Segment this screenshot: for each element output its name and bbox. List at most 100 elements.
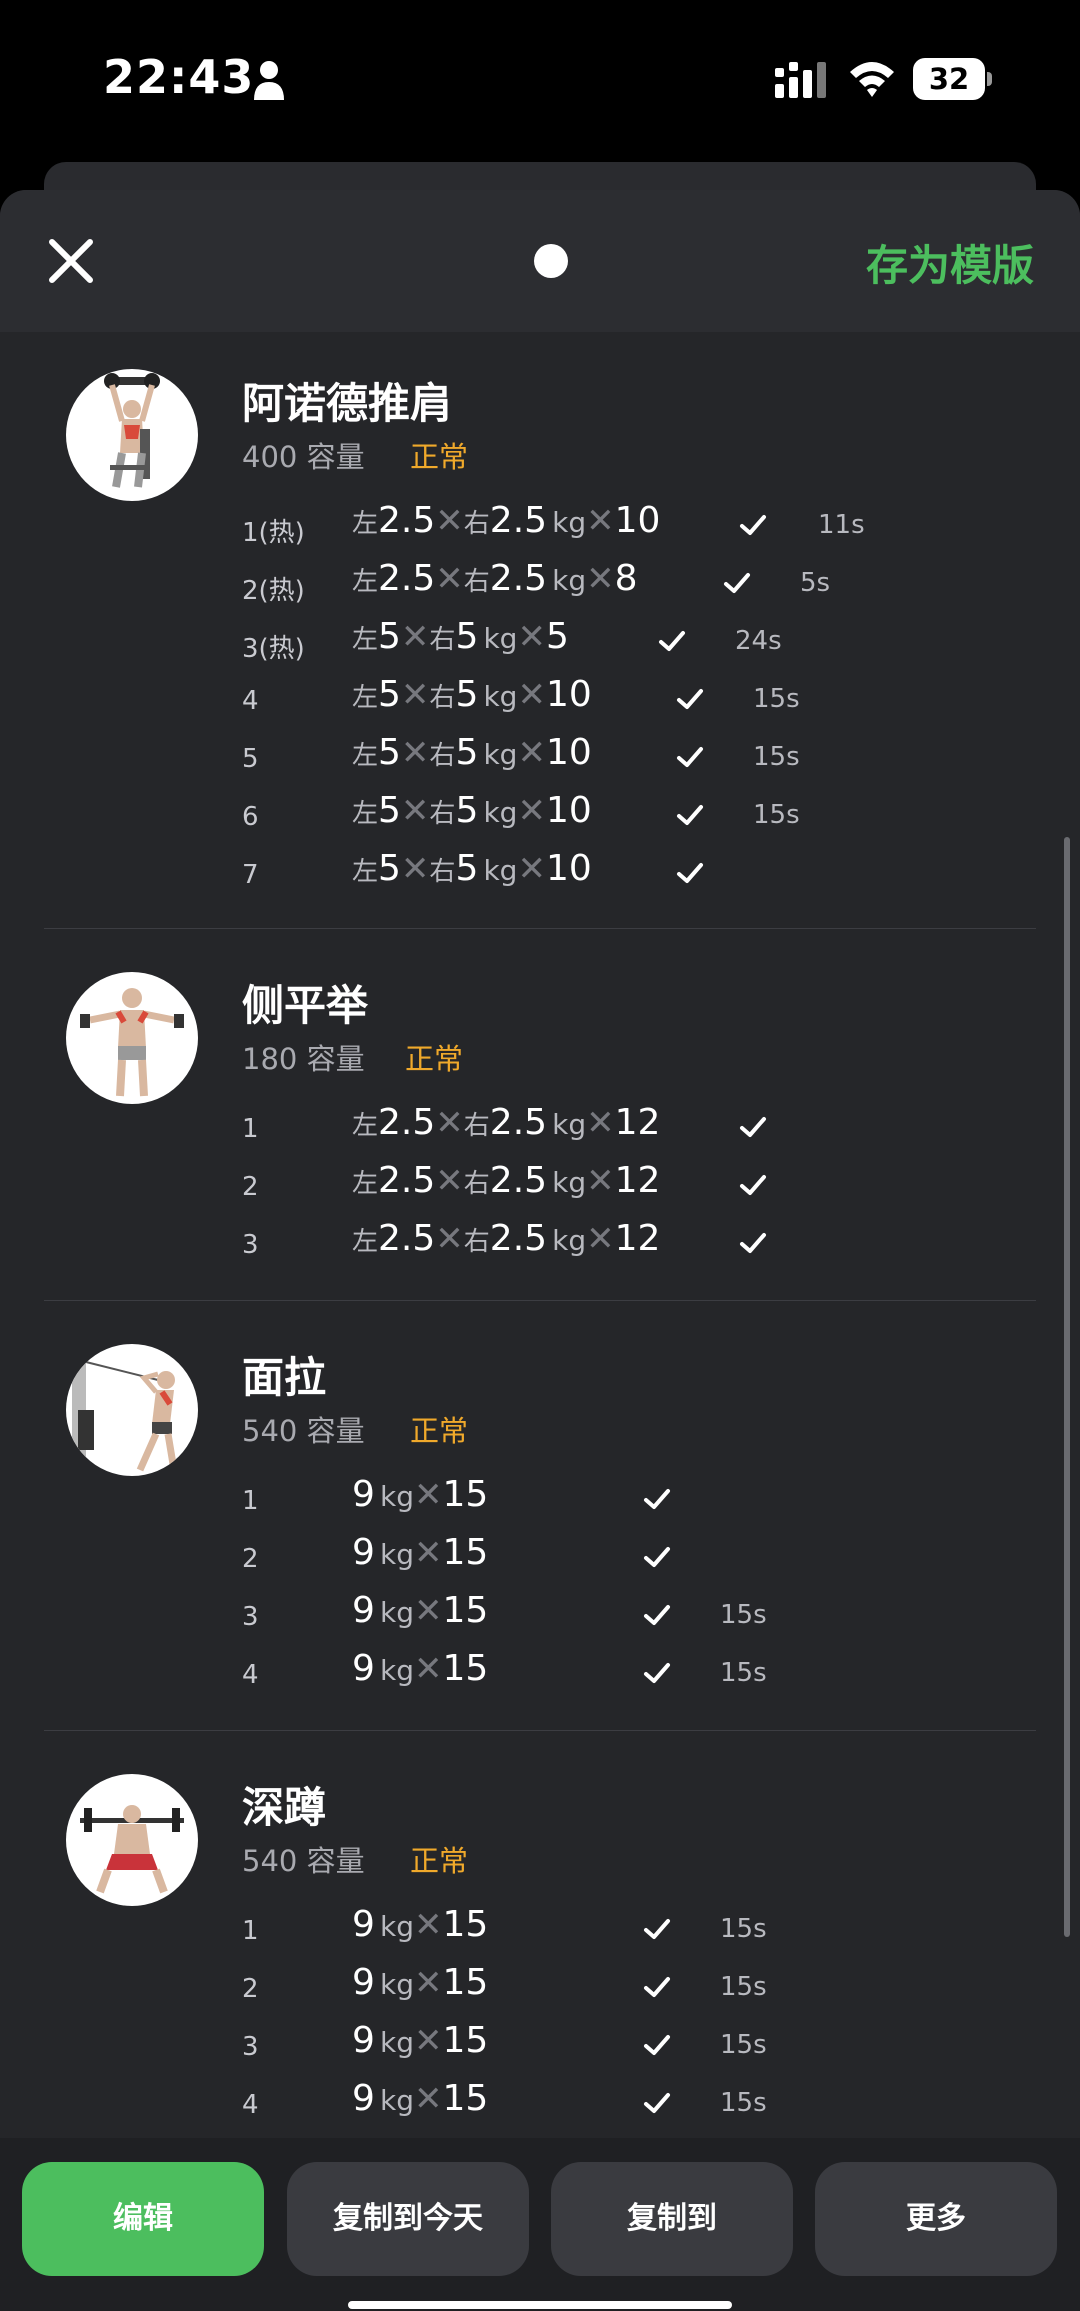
exercise-list[interactable]: 阿诺德推肩 400 容量 正常 1(热) 左2.5✕右2.5 kg✕10 11s… — [0, 332, 1080, 2311]
times-icon: ✕ — [517, 675, 546, 715]
unit-label: kg — [483, 622, 518, 655]
right-label: 右 — [429, 799, 456, 829]
bottom-action-bar: 编辑 复制到今天 复制到 更多 — [0, 2138, 1080, 2311]
set-index: 3 — [242, 1230, 259, 1260]
set-index: 6 — [242, 802, 259, 832]
set-row[interactable]: 2 9 kg✕15 — [0, 1532, 1080, 1584]
set-row[interactable]: 3(热) 左5✕右5 kg✕5 24s — [0, 616, 1080, 668]
set-row[interactable]: 4 9 kg✕15 15s — [0, 2078, 1080, 2130]
left-label: 左 — [352, 1111, 379, 1141]
times-icon: ✕ — [586, 501, 615, 541]
drag-handle[interactable] — [534, 244, 568, 278]
set-index: 2 — [242, 1544, 259, 1574]
right-label: 右 — [429, 741, 456, 771]
status-time: 22:43 — [103, 50, 255, 104]
set-row[interactable]: 2 9 kg✕15 15s — [0, 1962, 1080, 2014]
copy-to-today-button[interactable]: 复制到今天 — [287, 2162, 529, 2276]
times-icon: ✕ — [400, 617, 430, 657]
right-label: 右 — [429, 683, 456, 713]
check-icon[interactable] — [642, 1914, 672, 1944]
unit-label: kg — [483, 796, 518, 829]
rest-time: 5s — [800, 568, 831, 598]
set-row[interactable]: 1 9 kg✕15 15s — [0, 1904, 1080, 1956]
set-row[interactable]: 2 左2.5✕右2.5 kg✕12 — [0, 1160, 1080, 1212]
set-row[interactable]: 3 9 kg✕15 15s — [0, 2020, 1080, 2072]
right-weight: 2.5 — [489, 500, 548, 541]
close-icon[interactable] — [46, 236, 96, 286]
times-icon: ✕ — [414, 1533, 443, 1573]
check-icon[interactable] — [642, 1972, 672, 2002]
left-weight: 5 — [378, 848, 401, 889]
unit-label: kg — [380, 1538, 414, 1571]
check-icon[interactable] — [642, 1542, 672, 1572]
check-icon[interactable] — [738, 1112, 768, 1142]
rest-time: 15s — [720, 1600, 767, 1630]
reps: 15 — [442, 2078, 489, 2119]
save-template-button[interactable]: 存为模版 — [866, 232, 1034, 293]
set-row[interactable]: 1(热) 左2.5✕右2.5 kg✕10 11s — [0, 500, 1080, 552]
right-label: 右 — [463, 1111, 490, 1141]
rest-time: 15s — [753, 684, 800, 714]
set-row[interactable]: 7 左5✕右5 kg✕10 — [0, 848, 1080, 900]
scrollbar[interactable] — [1064, 837, 1070, 1937]
check-icon[interactable] — [642, 2088, 672, 2118]
check-icon[interactable] — [642, 2030, 672, 2060]
reps: 5 — [545, 616, 569, 657]
check-icon[interactable] — [642, 1484, 672, 1514]
right-weight: 5 — [455, 790, 479, 831]
weight: 9 — [352, 1590, 375, 1631]
check-icon[interactable] — [675, 858, 705, 888]
set-row[interactable]: 3 左2.5✕右2.5 kg✕12 — [0, 1218, 1080, 1270]
set-weight: 左5✕右5 kg✕10 — [352, 790, 592, 842]
check-icon[interactable] — [738, 1170, 768, 1200]
exercise-status: 正常 — [410, 1414, 469, 1448]
right-weight: 2.5 — [489, 1160, 548, 1201]
set-row[interactable]: 1 9 kg✕15 — [0, 1474, 1080, 1526]
set-weight: 左5✕右5 kg✕5 — [352, 616, 569, 668]
set-row[interactable]: 2(热) 左2.5✕右2.5 kg✕8 5s — [0, 558, 1080, 610]
check-icon[interactable] — [675, 742, 705, 772]
times-icon: ✕ — [586, 1103, 615, 1143]
set-weight: 9 kg✕15 — [352, 2020, 488, 2072]
set-index: 1 — [242, 1114, 259, 1144]
set-weight: 9 kg✕15 — [352, 1648, 488, 1700]
set-row[interactable]: 3 9 kg✕15 15s — [0, 1590, 1080, 1642]
right-label: 右 — [463, 567, 490, 597]
left-weight: 5 — [378, 732, 401, 773]
check-icon[interactable] — [675, 800, 705, 830]
check-icon[interactable] — [738, 1228, 768, 1258]
check-icon[interactable] — [642, 1658, 672, 1688]
check-icon[interactable] — [722, 568, 752, 598]
check-icon[interactable] — [642, 1600, 672, 1630]
battery-tip — [987, 72, 992, 86]
times-icon: ✕ — [414, 2021, 443, 2061]
set-row[interactable]: 1 左2.5✕右2.5 kg✕12 — [0, 1102, 1080, 1154]
unit-label: kg — [552, 564, 587, 597]
reps: 10 — [545, 848, 592, 889]
divider — [44, 1730, 1036, 1731]
unit-label: kg — [380, 1910, 414, 1943]
exercise-name: 深蹲 — [242, 1783, 327, 1832]
copy-to-button[interactable]: 复制到 — [551, 2162, 793, 2276]
set-row[interactable]: 4 9 kg✕15 15s — [0, 1648, 1080, 1700]
set-weight: 9 kg✕15 — [352, 1532, 488, 1584]
unit-label: kg — [552, 1166, 587, 1199]
right-label: 右 — [463, 509, 490, 539]
check-icon[interactable] — [675, 684, 705, 714]
more-button[interactable]: 更多 — [815, 2162, 1057, 2276]
left-label: 左 — [352, 1169, 379, 1199]
rest-time: 15s — [720, 2088, 767, 2118]
weight: 9 — [352, 1532, 375, 1573]
set-weight: 9 kg✕15 — [352, 1474, 488, 1526]
set-row[interactable]: 6 左5✕右5 kg✕10 15s — [0, 790, 1080, 842]
set-row[interactable]: 5 左5✕右5 kg✕10 15s — [0, 732, 1080, 784]
left-weight: 5 — [378, 790, 401, 831]
unit-label: kg — [380, 1480, 414, 1513]
left-label: 左 — [352, 509, 379, 539]
set-index: 2 — [242, 1974, 259, 2004]
edit-button[interactable]: 编辑 — [22, 2162, 264, 2276]
unit-label: kg — [483, 854, 518, 887]
check-icon[interactable] — [657, 626, 687, 656]
set-row[interactable]: 4 左5✕右5 kg✕10 15s — [0, 674, 1080, 726]
check-icon[interactable] — [738, 510, 768, 540]
